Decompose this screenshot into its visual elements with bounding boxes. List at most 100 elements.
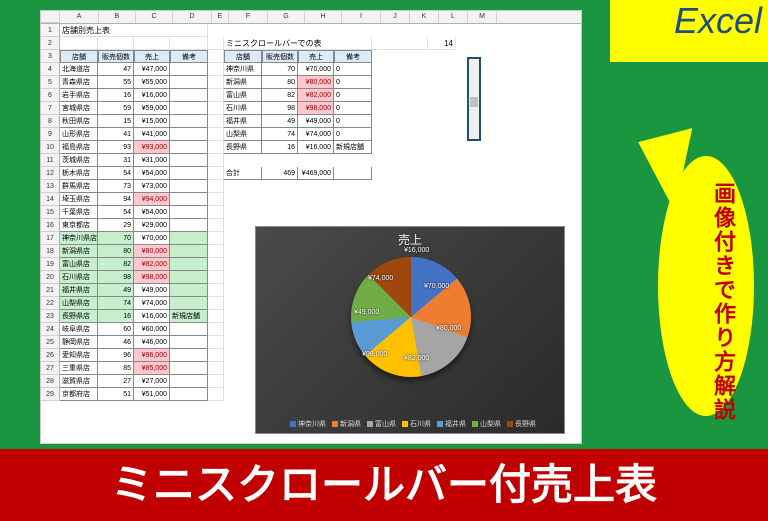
col-hdr[interactable]: H xyxy=(305,11,342,23)
col-hdr[interactable]: J xyxy=(381,11,410,23)
cell[interactable] xyxy=(170,154,208,167)
cell[interactable] xyxy=(208,323,224,336)
cell[interactable] xyxy=(170,128,208,141)
cell[interactable]: ¥70,000 xyxy=(298,63,334,76)
row-hdr[interactable]: 25 xyxy=(41,336,60,349)
cell[interactable]: 山形県店 xyxy=(60,128,98,141)
cell[interactable] xyxy=(170,388,208,401)
cell[interactable] xyxy=(170,37,208,50)
cell[interactable] xyxy=(208,76,224,89)
cell[interactable]: ¥27,000 xyxy=(134,375,170,388)
col-hdr[interactable]: A xyxy=(60,11,99,23)
col-hdr[interactable]: B xyxy=(99,11,136,23)
cell[interactable]: 96 xyxy=(98,349,134,362)
cell[interactable] xyxy=(208,297,224,310)
cell[interactable] xyxy=(208,37,224,50)
cell[interactable]: 15 xyxy=(98,115,134,128)
row-hdr[interactable]: 27 xyxy=(41,362,60,375)
cell[interactable]: 青森県店 xyxy=(60,76,98,89)
cell[interactable] xyxy=(170,245,208,258)
cell[interactable]: 41 xyxy=(98,128,134,141)
cell[interactable] xyxy=(208,336,224,349)
cell[interactable]: 販売個数 xyxy=(98,50,134,63)
col-hdr[interactable]: D xyxy=(173,11,212,23)
cell[interactable]: 新規店舗 xyxy=(334,141,372,154)
cell[interactable]: ¥54,000 xyxy=(134,167,170,180)
total-label[interactable]: 合計 xyxy=(224,167,262,180)
cell[interactable]: 山梨県店 xyxy=(60,297,98,310)
cell[interactable]: 店舗 xyxy=(224,50,262,63)
cell[interactable]: ¥70,000 xyxy=(134,232,170,245)
cell[interactable] xyxy=(170,232,208,245)
row-hdr[interactable]: 29 xyxy=(41,388,60,401)
cell[interactable]: 27 xyxy=(98,375,134,388)
cell[interactable]: 0 xyxy=(334,89,372,102)
row-hdr[interactable]: 4 xyxy=(41,63,60,76)
cell[interactable]: 49 xyxy=(262,115,298,128)
spreadsheet-area[interactable]: A B C D E F G H I J K L M 1店舗別売上表2ミニスクロー… xyxy=(40,10,582,444)
scroll-index-cell[interactable]: 14 xyxy=(428,37,456,50)
row-hdr[interactable]: 20 xyxy=(41,271,60,284)
cell[interactable]: ¥47,000 xyxy=(134,63,170,76)
cell[interactable]: 山梨県 xyxy=(224,128,262,141)
cell[interactable] xyxy=(208,206,224,219)
cell[interactable]: ¥82,000 xyxy=(134,258,170,271)
cell[interactable] xyxy=(208,388,224,401)
cell[interactable]: 新潟県 xyxy=(224,76,262,89)
cell[interactable]: 石川県 xyxy=(224,102,262,115)
cell[interactable]: 店舗 xyxy=(60,50,98,63)
cell[interactable]: ¥16,000 xyxy=(298,141,334,154)
cell[interactable]: 70 xyxy=(262,63,298,76)
cell[interactable]: ¥31,000 xyxy=(134,154,170,167)
cell[interactable]: ¥96,000 xyxy=(134,349,170,362)
col-hdr[interactable]: C xyxy=(136,11,173,23)
row-hdr[interactable]: 10 xyxy=(41,141,60,154)
row-hdr[interactable]: 16 xyxy=(41,219,60,232)
cell[interactable] xyxy=(208,180,224,193)
cell[interactable]: 49 xyxy=(98,284,134,297)
cell[interactable] xyxy=(208,89,224,102)
cell[interactable] xyxy=(170,271,208,284)
cell[interactable]: 80 xyxy=(262,76,298,89)
row-hdr[interactable]: 19 xyxy=(41,258,60,271)
cell[interactable] xyxy=(208,375,224,388)
total-qty[interactable]: 469 xyxy=(262,167,298,180)
row-hdr[interactable]: 6 xyxy=(41,89,60,102)
cell[interactable] xyxy=(170,219,208,232)
cell[interactable] xyxy=(170,336,208,349)
cell[interactable]: 静岡県店 xyxy=(60,336,98,349)
cell[interactable]: ¥74,000 xyxy=(298,128,334,141)
cell[interactable]: ¥82,000 xyxy=(298,89,334,102)
cell[interactable] xyxy=(170,284,208,297)
cell[interactable] xyxy=(170,89,208,102)
cell[interactable]: 0 xyxy=(334,102,372,115)
cell[interactable]: 神奈川県店 xyxy=(60,232,98,245)
cell[interactable] xyxy=(60,37,98,50)
cell[interactable]: 千葉県店 xyxy=(60,206,98,219)
cell[interactable]: 16 xyxy=(262,141,298,154)
cell[interactable] xyxy=(208,349,224,362)
cell[interactable]: 60 xyxy=(98,323,134,336)
cell[interactable]: ¥98,000 xyxy=(298,102,334,115)
cell[interactable]: ¥46,000 xyxy=(134,336,170,349)
cell[interactable]: ¥59,000 xyxy=(134,102,170,115)
cell[interactable]: 宮城県店 xyxy=(60,102,98,115)
cell[interactable] xyxy=(208,141,224,154)
cell[interactable]: ¥74,000 xyxy=(134,297,170,310)
cell[interactable]: 石川県店 xyxy=(60,271,98,284)
cell[interactable]: 備考 xyxy=(334,50,372,63)
total-amt[interactable]: ¥469,000 xyxy=(298,167,334,180)
cell[interactable]: ¥15,000 xyxy=(134,115,170,128)
row-hdr[interactable]: 1 xyxy=(41,24,60,37)
cell[interactable]: 73 xyxy=(98,180,134,193)
cell[interactable] xyxy=(170,141,208,154)
cell[interactable] xyxy=(170,63,208,76)
row-hdr[interactable]: 9 xyxy=(41,128,60,141)
row-hdr[interactable]: 3 xyxy=(41,50,60,63)
row-hdr[interactable]: 23 xyxy=(41,310,60,323)
row-hdr[interactable]: 8 xyxy=(41,115,60,128)
row-hdr[interactable]: 2 xyxy=(41,37,60,50)
cell[interactable]: 販売個数 xyxy=(262,50,298,63)
col-hdr[interactable]: M xyxy=(468,11,497,23)
cell[interactable]: 80 xyxy=(98,245,134,258)
